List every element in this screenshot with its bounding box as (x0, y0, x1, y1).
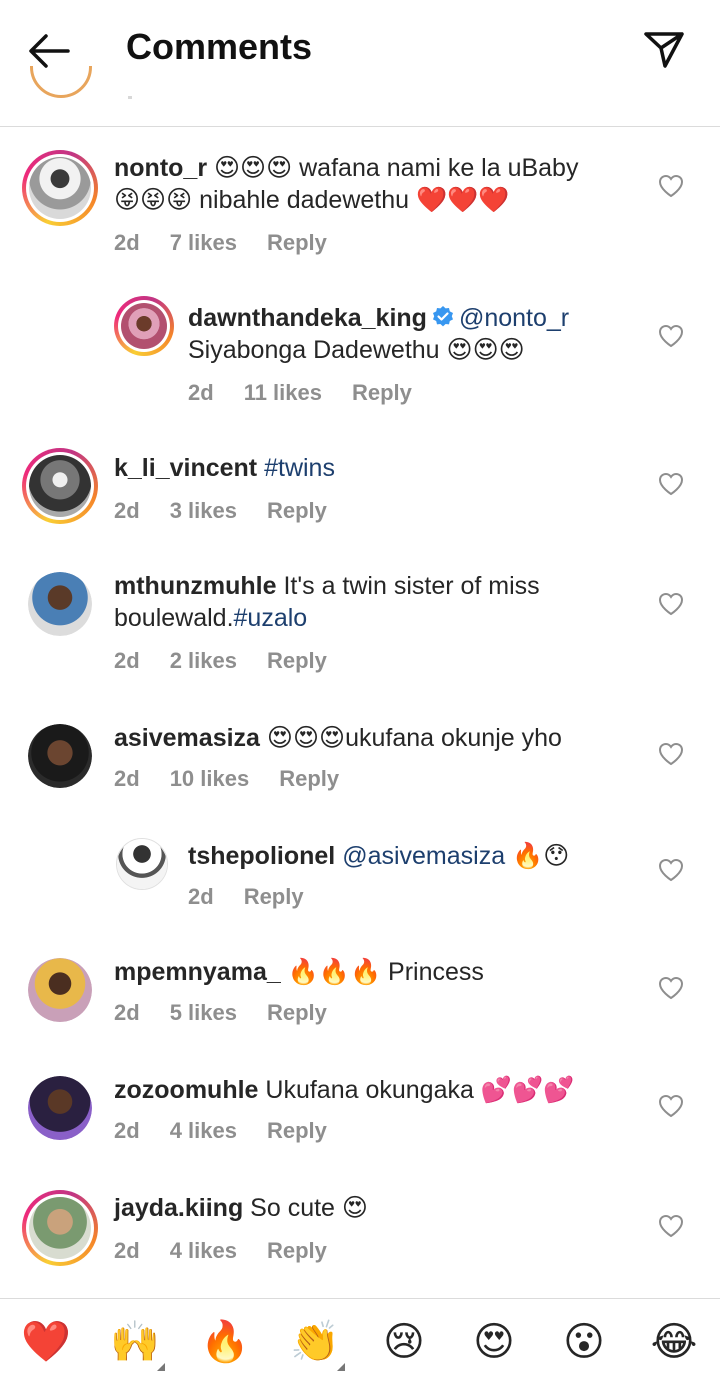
comment-username[interactable]: nonto_r (114, 154, 207, 182)
heart-icon[interactable] (658, 976, 684, 1000)
comment-time: 2d (188, 380, 214, 405)
emoji-raised-hands-icon: 🙌 (110, 1320, 160, 1364)
reply-button[interactable]: Reply (267, 1118, 327, 1143)
comment-username[interactable]: k_li_vincent (114, 454, 257, 482)
reply-button[interactable]: Reply (267, 498, 327, 523)
comments-screen: Comments nonto_r 😍😍😍 wafana nami ke la u… (0, 0, 720, 1386)
comment-likes[interactable]: 11 likes (244, 380, 322, 405)
comment-text: Siyabonga Dadewethu 😍😍😍 (188, 336, 525, 364)
avatar[interactable] (22, 448, 98, 524)
skin-tone-indicator-icon (337, 1363, 345, 1371)
reply-button[interactable]: Reply (267, 1238, 327, 1263)
divider (0, 126, 720, 127)
comment-time: 2d (114, 766, 140, 791)
skin-tone-indicator-icon (157, 1363, 165, 1371)
heart-icon[interactable] (658, 592, 684, 616)
comment-text: 🔥😯 (512, 842, 570, 870)
avatar[interactable] (22, 150, 98, 226)
comment-time: 2d (114, 1000, 140, 1025)
comment-username[interactable]: zozoomuhle (114, 1076, 258, 1104)
comment-likes[interactable]: 10 likes (170, 766, 250, 791)
heart-icon[interactable] (658, 1094, 684, 1118)
emoji-surprised-button[interactable]: 😮 (556, 1317, 612, 1367)
reply-button[interactable]: Reply (244, 884, 304, 909)
comment-time: 2d (114, 1238, 140, 1263)
emoji-quick-bar: ❤️ 🙌 🔥 👏 😢 😍 😮 😂 (0, 1298, 720, 1386)
comment-text: 🔥🔥🔥 Princess (287, 958, 484, 986)
heart-icon[interactable] (658, 742, 684, 766)
reply-button[interactable]: Reply (279, 766, 339, 791)
comment-text: 😍😍😍ukufana okunje yho (266, 724, 562, 752)
comment-text: boulewald. (114, 604, 234, 632)
comment-likes[interactable]: 2 likes (170, 648, 237, 673)
emoji-raised-hands-button[interactable]: 🙌 (107, 1317, 165, 1371)
comment-username[interactable]: tshepolionel (188, 842, 335, 870)
reply-button[interactable]: Reply (267, 1000, 327, 1025)
comment-likes[interactable]: 4 likes (170, 1238, 237, 1263)
comment-likes[interactable]: 7 likes (170, 230, 237, 255)
reply-button[interactable]: Reply (267, 648, 327, 673)
avatar[interactable] (22, 1190, 98, 1266)
heart-icon[interactable] (658, 324, 684, 348)
comment-likes[interactable]: 4 likes (170, 1118, 237, 1143)
heart-icon[interactable] (658, 174, 684, 198)
heart-icon[interactable] (658, 1214, 684, 1238)
emoji-laughing-button[interactable]: 😂 (646, 1317, 702, 1367)
comment-text: It's a twin sister of miss (283, 572, 540, 600)
hashtag-link[interactable]: #uzalo (234, 604, 308, 632)
verified-badge-icon (432, 306, 453, 327)
header: Comments (0, 0, 720, 99)
comment-time: 2d (114, 498, 140, 523)
paper-plane-icon (644, 32, 684, 68)
heart-icon[interactable] (658, 472, 684, 496)
comment-text: 😝😝😝 nibahle dadewethu ❤️❤️❤️ (114, 186, 510, 214)
comment-text: Ukufana okungaka 💕💕💕 (265, 1076, 575, 1104)
comment-time: 2d (114, 1118, 140, 1143)
avatar[interactable] (114, 296, 174, 356)
reply-button[interactable]: Reply (352, 380, 412, 405)
emoji-clap-button[interactable]: 👏 (287, 1317, 345, 1371)
comment-text: 😍😍😍 wafana nami ke la uBaby (214, 154, 579, 182)
avatar[interactable] (116, 838, 168, 890)
comment-time: 2d (114, 648, 140, 673)
comment-time: 2d (188, 884, 214, 909)
avatar (30, 66, 92, 106)
mention-link[interactable]: @asivemasiza (342, 842, 505, 870)
page-title: Comments (126, 26, 313, 67)
emoji-clap-icon: 👏 (290, 1320, 340, 1364)
avatar[interactable] (28, 572, 92, 636)
comment-username[interactable]: jayda.kiing (114, 1194, 243, 1222)
comment-text: So cute 😍 (250, 1194, 368, 1222)
avatar[interactable] (28, 958, 92, 1022)
divider (128, 96, 132, 99)
reply-button[interactable]: Reply (267, 230, 327, 255)
avatar[interactable] (28, 1076, 92, 1140)
hashtag-link[interactable]: #twins (264, 454, 335, 482)
emoji-heart-button[interactable]: ❤️ (18, 1317, 74, 1367)
heart-icon[interactable] (658, 858, 684, 882)
avatar[interactable] (28, 724, 92, 788)
comment-username[interactable]: asivemasiza (114, 724, 260, 752)
comment-username[interactable]: dawnthandeka_king (188, 304, 427, 332)
comment-username[interactable]: mthunzmuhle (114, 572, 277, 600)
emoji-fire-button[interactable]: 🔥 (197, 1317, 253, 1367)
emoji-crying-button[interactable]: 😢 (376, 1317, 432, 1367)
comment-time: 2d (114, 230, 140, 255)
comment-likes[interactable]: 5 likes (170, 1000, 237, 1025)
comment-likes[interactable]: 3 likes (170, 498, 237, 523)
comment-username[interactable]: mpemnyama_ (114, 958, 281, 986)
emoji-heart-eyes-button[interactable]: 😍 (466, 1317, 522, 1367)
mention-link[interactable]: @nonto_r (459, 304, 569, 332)
share-button[interactable] (640, 28, 688, 72)
